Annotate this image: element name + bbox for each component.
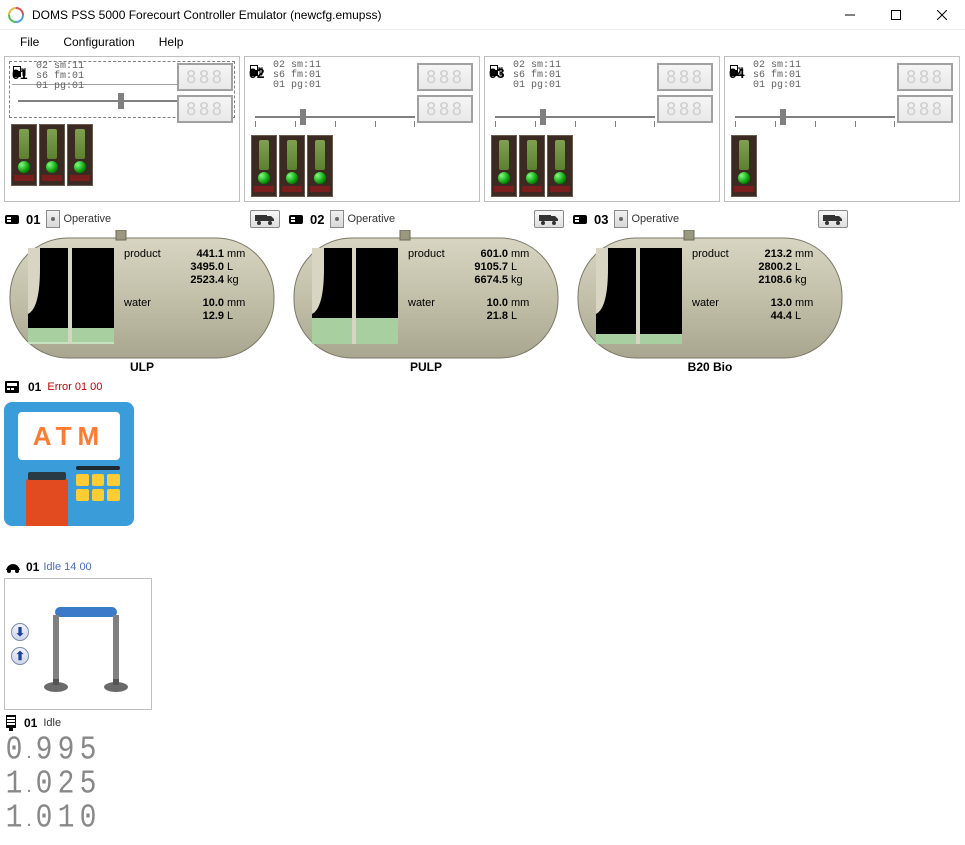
pump-card[interactable]: 02 sm:11 s6 fm:01 01 pg:01 02 888 888 bbox=[244, 56, 480, 202]
pump-speed-slider[interactable] bbox=[255, 107, 415, 127]
nozzle[interactable] bbox=[547, 135, 573, 197]
price-row: 1 . 0 1 0 bbox=[4, 802, 961, 834]
pump-display-amount: 888 bbox=[177, 63, 233, 91]
pump-card[interactable]: 02 sm:11 s6 fm:01 01 pg:01 03 888 888 bbox=[484, 56, 720, 202]
nozzle[interactable] bbox=[39, 124, 65, 186]
app-icon bbox=[8, 7, 24, 23]
pump-display-volume: 888 bbox=[177, 95, 233, 123]
carwash-up-button[interactable]: ⬆ bbox=[11, 647, 29, 665]
nozzle[interactable] bbox=[251, 135, 277, 197]
tank-status-led bbox=[330, 210, 344, 228]
pump-display-volume: 888 bbox=[657, 95, 713, 123]
opt-row: 01 Error 01 00 ATM bbox=[4, 378, 961, 526]
tank-readings: product441.1mm 3495.0L 2523.4kg water10.… bbox=[124, 248, 274, 323]
nozzle[interactable] bbox=[491, 135, 517, 197]
tank-card[interactable]: 01 Operative ULP bbox=[4, 208, 280, 372]
tank-graphic[interactable]: ULP product441.1mm 3495.0L 2523.4kg wate… bbox=[4, 230, 280, 372]
pump-display-amount: 888 bbox=[897, 63, 953, 91]
nozzle[interactable] bbox=[279, 135, 305, 197]
pump-cfg: 02 sm:11 s6 fm:01 01 pg:01 bbox=[36, 62, 84, 92]
atm-card-slot-icon bbox=[76, 466, 120, 470]
nozzle[interactable] bbox=[519, 135, 545, 197]
tank-graphic[interactable]: B20 Bio product213.2mm 2800.2L 2108.6kg … bbox=[572, 230, 848, 372]
carwash-icon bbox=[4, 560, 22, 574]
pump-display-volume: 888 bbox=[417, 95, 473, 123]
tank-name: B20 Bio bbox=[572, 360, 848, 374]
tank-graphic[interactable]: PULP product601.0mm 9105.7L 6674.5kg wat… bbox=[288, 230, 564, 372]
opt-status: Error 01 00 bbox=[47, 381, 102, 393]
price-row: 1 . 0 2 5 bbox=[4, 768, 961, 800]
pump-row: 02 sm:11 s6 fm:01 01 pg:01 01 888 888 02… bbox=[4, 56, 961, 202]
tank-card[interactable]: 03 Operative B20 Bio product2 bbox=[572, 208, 848, 372]
maximize-button[interactable] bbox=[873, 0, 919, 30]
nozzle[interactable] bbox=[731, 135, 757, 197]
pricesign-id: 01 bbox=[24, 716, 37, 730]
tank-icon bbox=[4, 212, 22, 226]
tank-id: 02 bbox=[310, 212, 324, 227]
price-row: 0 . 9 9 5 bbox=[4, 734, 961, 766]
tank-status-led bbox=[46, 210, 60, 228]
tank-row: 01 Operative ULP bbox=[4, 208, 961, 372]
atm-screen-text: ATM bbox=[33, 421, 105, 452]
pump-display-amount: 888 bbox=[417, 63, 473, 91]
carwash-id: 01 bbox=[26, 560, 39, 574]
pump-card[interactable]: 02 sm:11 s6 fm:01 01 pg:01 04 888 888 bbox=[724, 56, 960, 202]
tank-icon bbox=[572, 212, 590, 226]
nozzle[interactable] bbox=[307, 135, 333, 197]
tank-readings: product601.0mm 9105.7L 6674.5kg water10.… bbox=[408, 248, 558, 323]
pump-cfg: 02 sm:11 s6 fm:01 01 pg:01 bbox=[273, 61, 321, 91]
close-button[interactable] bbox=[919, 0, 965, 30]
carwash-row: 01 Idle 14 00 ⬇ ⬆ bbox=[4, 558, 961, 710]
window-title: DOMS PSS 5000 Forecourt Controller Emula… bbox=[32, 8, 827, 22]
atm-keypad-icon bbox=[76, 474, 120, 501]
pump-speed-slider[interactable] bbox=[495, 107, 655, 127]
pump-display-volume: 888 bbox=[897, 95, 953, 123]
carwash-card[interactable]: ⬇ ⬆ bbox=[4, 578, 152, 710]
tank-id: 01 bbox=[26, 212, 40, 227]
pump-speed-slider[interactable] bbox=[735, 107, 895, 127]
carwash-status: Idle 14 00 bbox=[43, 561, 91, 573]
tank-status-led bbox=[614, 210, 628, 228]
card-terminal-icon bbox=[4, 380, 22, 394]
workarea: 02 sm:11 s6 fm:01 01 pg:01 01 888 888 02… bbox=[0, 54, 965, 836]
tank-name: PULP bbox=[288, 360, 564, 374]
opt-id: 01 bbox=[28, 380, 41, 394]
nozzle[interactable] bbox=[67, 124, 93, 186]
tank-name: ULP bbox=[4, 360, 280, 374]
carwash-down-button[interactable]: ⬇ bbox=[11, 623, 29, 641]
pricesign-row: 01 Idle 0 . 9 9 5 1 . 0 2 5 1 . 0 1 0 bbox=[4, 714, 961, 834]
tank-readings: product213.2mm 2800.2L 2108.6kg water13.… bbox=[692, 248, 842, 323]
tank-status: Operative bbox=[631, 213, 679, 225]
tank-delivery-button[interactable] bbox=[818, 210, 848, 228]
tank-delivery-button[interactable] bbox=[250, 210, 280, 228]
pricesign-icon bbox=[4, 715, 18, 731]
tank-id: 03 bbox=[594, 212, 608, 227]
pricesign-status: Idle bbox=[43, 717, 61, 729]
menubar: File Configuration Help bbox=[0, 30, 965, 54]
pump-cfg: 02 sm:11 s6 fm:01 01 pg:01 bbox=[753, 61, 801, 91]
pricesign-board[interactable]: 0 . 9 9 5 1 . 0 2 5 1 . 0 1 0 bbox=[4, 734, 961, 834]
atm-graphic[interactable]: ATM bbox=[4, 402, 134, 526]
menu-file[interactable]: File bbox=[8, 32, 51, 52]
nozzle[interactable] bbox=[11, 124, 37, 186]
titlebar: DOMS PSS 5000 Forecourt Controller Emula… bbox=[0, 0, 965, 30]
minimize-button[interactable] bbox=[827, 0, 873, 30]
menu-configuration[interactable]: Configuration bbox=[51, 32, 146, 52]
tank-icon bbox=[288, 212, 306, 226]
carwash-gantry-icon bbox=[35, 589, 135, 699]
pump-cfg: 02 sm:11 s6 fm:01 01 pg:01 bbox=[513, 61, 561, 91]
tank-delivery-button[interactable] bbox=[534, 210, 564, 228]
pump-card[interactable]: 02 sm:11 s6 fm:01 01 pg:01 01 888 888 bbox=[4, 56, 240, 202]
tank-card[interactable]: 02 Operative PULP product601. bbox=[288, 208, 564, 372]
tank-status: Operative bbox=[347, 213, 395, 225]
pump-display-amount: 888 bbox=[657, 63, 713, 91]
atm-receipt-icon bbox=[26, 478, 68, 526]
tank-status: Operative bbox=[63, 213, 111, 225]
menu-help[interactable]: Help bbox=[147, 32, 196, 52]
